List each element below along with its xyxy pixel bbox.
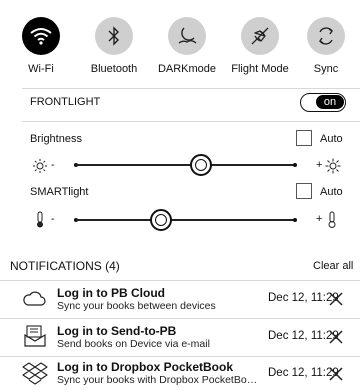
- brightness-high-icon: [325, 158, 341, 174]
- notifications-header: NOTIFICATIONS (4): [10, 259, 120, 273]
- frontlight-switch-label: on: [316, 95, 344, 109]
- notification-item[interactable]: Log in to Send-to-PB Send books on Devic…: [0, 319, 360, 355]
- smartlight-auto-checkbox[interactable]: [296, 183, 312, 199]
- wifi-toggle[interactable]: Wi-Fi: [11, 17, 71, 75]
- bluetooth-icon: [95, 17, 133, 55]
- brightness-plus[interactable]: +: [316, 159, 322, 171]
- close-icon[interactable]: [329, 292, 343, 311]
- smartlight-auto-label: Auto: [320, 186, 343, 198]
- flight-mode-toggle[interactable]: Flight Mode: [230, 17, 290, 75]
- brightness-track-end: [293, 163, 297, 167]
- brightness-slider-track[interactable]: [76, 164, 295, 166]
- notification-item[interactable]: Log in to PB Cloud Sync your books betwe…: [0, 281, 360, 317]
- smartlight-plus[interactable]: +: [316, 213, 322, 225]
- bluetooth-toggle[interactable]: Bluetooth: [84, 17, 144, 75]
- notification-title: Log in to Send-to-PB: [57, 324, 177, 338]
- frontlight-label: FRONTLIGHT: [30, 96, 101, 108]
- airplane-icon: [241, 17, 279, 55]
- sync-toggle[interactable]: Sync: [296, 17, 356, 75]
- brightness-auto-checkbox[interactable]: [296, 130, 312, 146]
- divider: [22, 121, 360, 122]
- notification-title: Log in to Dropbox PocketBook: [57, 360, 233, 374]
- brightness-auto-label: Auto: [320, 133, 343, 145]
- brightness-slider-knob[interactable]: [189, 154, 212, 176]
- notification-item[interactable]: Log in to Dropbox PocketBook Sync your b…: [0, 357, 360, 390]
- flight-mode-label: Flight Mode: [231, 63, 289, 75]
- dropbox-icon: [22, 361, 48, 390]
- brightness-label: Brightness: [30, 133, 82, 145]
- smartlight-label: SMARTlight: [30, 186, 89, 198]
- notification-subtitle: Send books on Device via e-mail: [57, 338, 210, 350]
- dark-mode-toggle[interactable]: DARKmode: [157, 17, 217, 75]
- cloud-icon: [22, 289, 46, 312]
- dark-mode-label: DARKmode: [157, 63, 217, 75]
- sync-icon: [307, 17, 345, 55]
- divider: [22, 88, 360, 89]
- close-icon[interactable]: [329, 367, 343, 386]
- notification-title: Log in to PB Cloud: [57, 286, 165, 300]
- smartlight-slider-track[interactable]: [76, 219, 295, 221]
- send-to-pb-icon: [24, 325, 46, 352]
- wifi-icon: [22, 17, 60, 55]
- bluetooth-label: Bluetooth: [90, 63, 138, 75]
- sync-label: Sync: [313, 63, 339, 75]
- brightness-minus[interactable]: -: [51, 159, 55, 171]
- brightness-low-icon: [32, 158, 48, 174]
- frontlight-switch[interactable]: on: [300, 93, 346, 112]
- smartlight-track-end: [293, 218, 297, 222]
- notification-subtitle: Sync your books with Dropbox PocketBook …: [57, 374, 261, 386]
- smartlight-slider-knob[interactable]: [150, 209, 173, 231]
- dark-mode-icon: [168, 17, 206, 55]
- wifi-label: Wi-Fi: [28, 63, 54, 75]
- warm-light-icon: [33, 211, 47, 229]
- notification-subtitle: Sync your books between devices: [57, 300, 216, 312]
- cool-light-icon: [325, 211, 339, 229]
- close-icon[interactable]: [329, 330, 343, 349]
- clear-all-button[interactable]: Clear all: [313, 260, 353, 272]
- smartlight-minus[interactable]: -: [51, 213, 55, 225]
